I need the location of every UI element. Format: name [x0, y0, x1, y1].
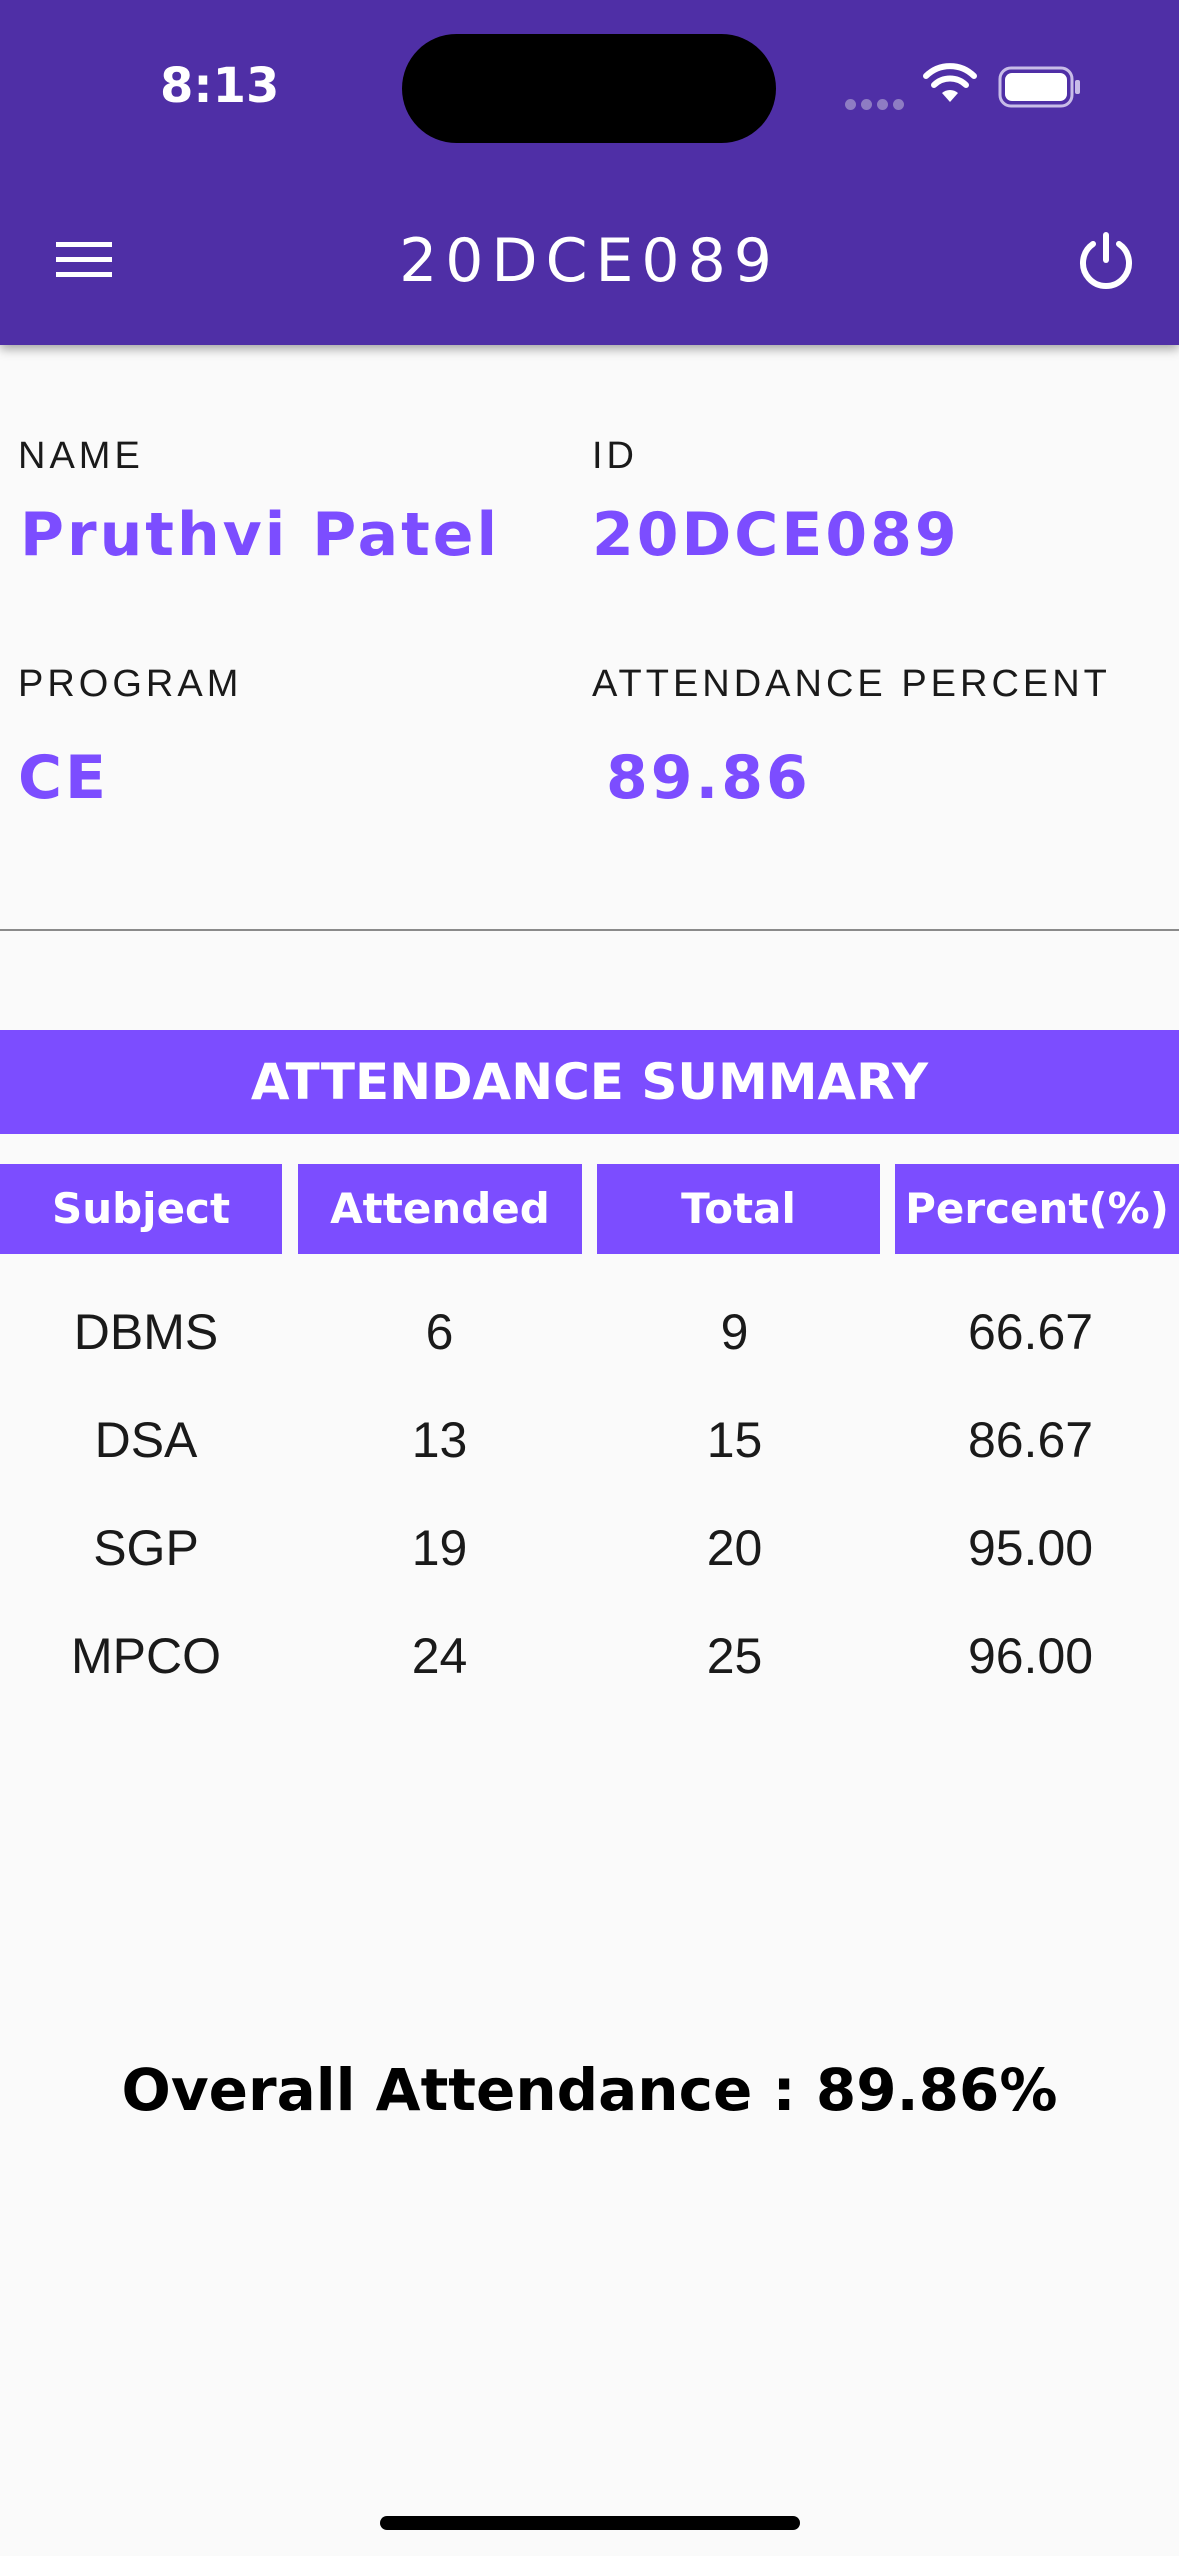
name-value: Pruthvi Patel [20, 500, 501, 570]
table-row: SGP 19 20 95.00 [0, 1494, 1179, 1602]
cell-attended: 6 [425, 1304, 454, 1360]
header-total: Total [597, 1164, 880, 1254]
program-label: PROGRAM [18, 663, 243, 705]
cell-total: 20 [706, 1520, 763, 1576]
cell-attended: 24 [411, 1628, 468, 1684]
dynamic-island [402, 34, 776, 143]
table-row: DBMS 6 9 66.67 [0, 1278, 1179, 1386]
battery-icon [998, 66, 1080, 108]
id-value: 20DCE089 [592, 500, 960, 570]
cell-percent: 66.67 [967, 1304, 1094, 1360]
cell-subject: SGP [93, 1520, 199, 1576]
divider [0, 929, 1179, 931]
cell-subject: MPCO [71, 1628, 221, 1684]
status-time: 8:13 [160, 58, 280, 114]
table-header: Subject Attended Total Percent(%) [0, 1164, 1179, 1254]
cell-attended: 19 [411, 1520, 468, 1576]
cell-attended: 13 [411, 1412, 468, 1468]
signal-icon [845, 95, 909, 114]
header-subject: Subject [0, 1164, 282, 1254]
cell-subject: DBMS [73, 1304, 219, 1360]
id-label: ID [592, 435, 638, 477]
wifi-icon [923, 63, 977, 102]
app-bar: 8:13 20DCE089 [0, 0, 1179, 345]
name-label: NAME [18, 435, 144, 477]
power-icon[interactable] [1075, 230, 1137, 292]
cell-subject: DSA [94, 1412, 198, 1468]
attendance-percent-label: ATTENDANCE PERCENT [592, 663, 1111, 705]
table-row: DSA 13 15 86.67 [0, 1386, 1179, 1494]
header-attended: Attended [298, 1164, 582, 1254]
header-percent: Percent(%) [895, 1164, 1179, 1254]
cell-percent: 96.00 [967, 1628, 1094, 1684]
cell-total: 9 [720, 1304, 749, 1360]
program-value: CE [18, 743, 110, 813]
home-indicator[interactable] [380, 2516, 800, 2530]
attendance-summary-title: ATTENDANCE SUMMARY [0, 1030, 1179, 1134]
cell-total: 15 [706, 1412, 763, 1468]
attendance-percent-value: 89.86 [606, 743, 811, 813]
cell-percent: 86.67 [967, 1412, 1094, 1468]
table-row: MPCO 24 25 96.00 [0, 1602, 1179, 1710]
overall-attendance: Overall Attendance : 89.86% [121, 2056, 1058, 2124]
cell-percent: 95.00 [967, 1520, 1094, 1576]
cell-total: 25 [706, 1628, 763, 1684]
page-title: 20DCE089 [399, 226, 780, 296]
